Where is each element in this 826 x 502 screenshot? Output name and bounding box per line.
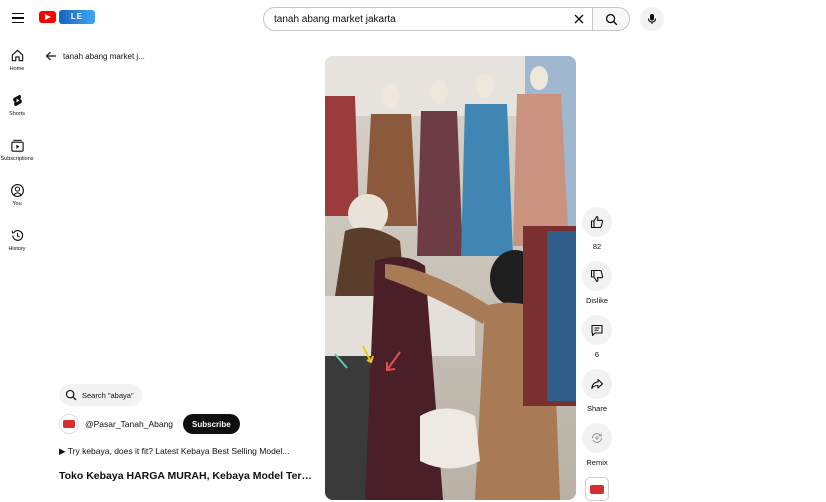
subscribe-button[interactable]: Subscribe bbox=[183, 414, 240, 434]
search-button[interactable] bbox=[592, 7, 630, 31]
search-icon bbox=[65, 389, 77, 401]
suggestion-label: Search "abaya" bbox=[82, 390, 134, 400]
channel-row: @Pasar_Tanah_Abang Subscribe bbox=[59, 414, 240, 434]
sidebar-item-label: Subscriptions bbox=[0, 156, 34, 162]
search-input[interactable] bbox=[274, 13, 564, 25]
arrow-left-icon[interactable] bbox=[45, 50, 57, 62]
thumbs-down-icon bbox=[590, 269, 604, 283]
sidebar-item-subscriptions[interactable]: Subscriptions bbox=[0, 138, 34, 162]
sidebar-item-home[interactable]: Home bbox=[0, 48, 34, 72]
home-icon bbox=[11, 49, 23, 62]
channel-handle[interactable]: @Pasar_Tanah_Abang bbox=[85, 419, 173, 429]
share-action: Share bbox=[581, 369, 613, 413]
history-icon bbox=[11, 230, 23, 241]
shorts-video-player[interactable] bbox=[325, 56, 576, 500]
like-action: 82 bbox=[581, 207, 613, 251]
microphone-icon bbox=[647, 14, 657, 24]
share-icon bbox=[591, 378, 604, 390]
youtube-play-icon bbox=[39, 11, 56, 23]
search-suggestion-chip[interactable]: Search "abaya" bbox=[59, 384, 142, 406]
dislike-button[interactable] bbox=[582, 261, 612, 291]
search-icon bbox=[605, 13, 617, 25]
search-query-label: tanah abang market j... bbox=[63, 51, 145, 61]
sidebar-item-label: You bbox=[12, 201, 22, 207]
remix-label: Remix bbox=[586, 458, 608, 467]
comment-icon bbox=[591, 324, 603, 337]
subscriptions-icon bbox=[10, 139, 24, 152]
comments-button[interactable] bbox=[582, 315, 612, 345]
close-icon[interactable] bbox=[572, 12, 586, 26]
like-button[interactable] bbox=[582, 207, 612, 237]
dislike-label: Dislike bbox=[585, 296, 609, 305]
you-icon bbox=[10, 184, 24, 197]
sidebar-item-label: Home bbox=[9, 66, 25, 72]
sidebar-item-label: History bbox=[8, 246, 26, 252]
back-to-search[interactable]: tanah abang market j... bbox=[45, 50, 145, 62]
related-video-link[interactable]: ▶ Try kebaya, does it fit? Latest Kebaya… bbox=[59, 446, 317, 457]
youtube-logo[interactable]: LE bbox=[39, 10, 95, 24]
channel-avatar-small[interactable] bbox=[585, 477, 609, 501]
sidebar-item-you[interactable]: You bbox=[0, 183, 34, 207]
thumbs-up-icon bbox=[590, 215, 604, 229]
share-label: Share bbox=[586, 404, 607, 413]
share-button[interactable] bbox=[582, 369, 612, 399]
remix-action: Remix bbox=[581, 423, 613, 467]
sidebar-item-label: Shorts bbox=[9, 111, 25, 117]
comment-count: 6 bbox=[594, 350, 600, 359]
like-count: 82 bbox=[592, 242, 602, 251]
remix-button[interactable] bbox=[582, 423, 612, 453]
sidebar-item-history[interactable]: History bbox=[0, 228, 34, 252]
search-box bbox=[263, 7, 593, 31]
hamburger-menu-button[interactable] bbox=[8, 8, 28, 28]
sidebar-item-shorts[interactable]: Shorts bbox=[0, 93, 34, 117]
remix-icon bbox=[591, 433, 603, 443]
comment-action: 6 bbox=[581, 315, 613, 359]
video-title: Toko Kebaya HARGA MURAH, Kebaya Model Te… bbox=[59, 470, 317, 482]
top-bar: LE bbox=[0, 0, 826, 38]
menu-line bbox=[12, 17, 24, 19]
menu-line bbox=[12, 12, 24, 15]
logo-badge: LE bbox=[59, 10, 95, 24]
voice-search-button[interactable] bbox=[640, 7, 664, 31]
menu-line bbox=[12, 21, 24, 24]
channel-avatar[interactable] bbox=[59, 414, 79, 434]
shorts-icon bbox=[12, 94, 22, 107]
video-frame-image bbox=[325, 56, 576, 500]
dislike-action: Dislike bbox=[581, 261, 613, 305]
